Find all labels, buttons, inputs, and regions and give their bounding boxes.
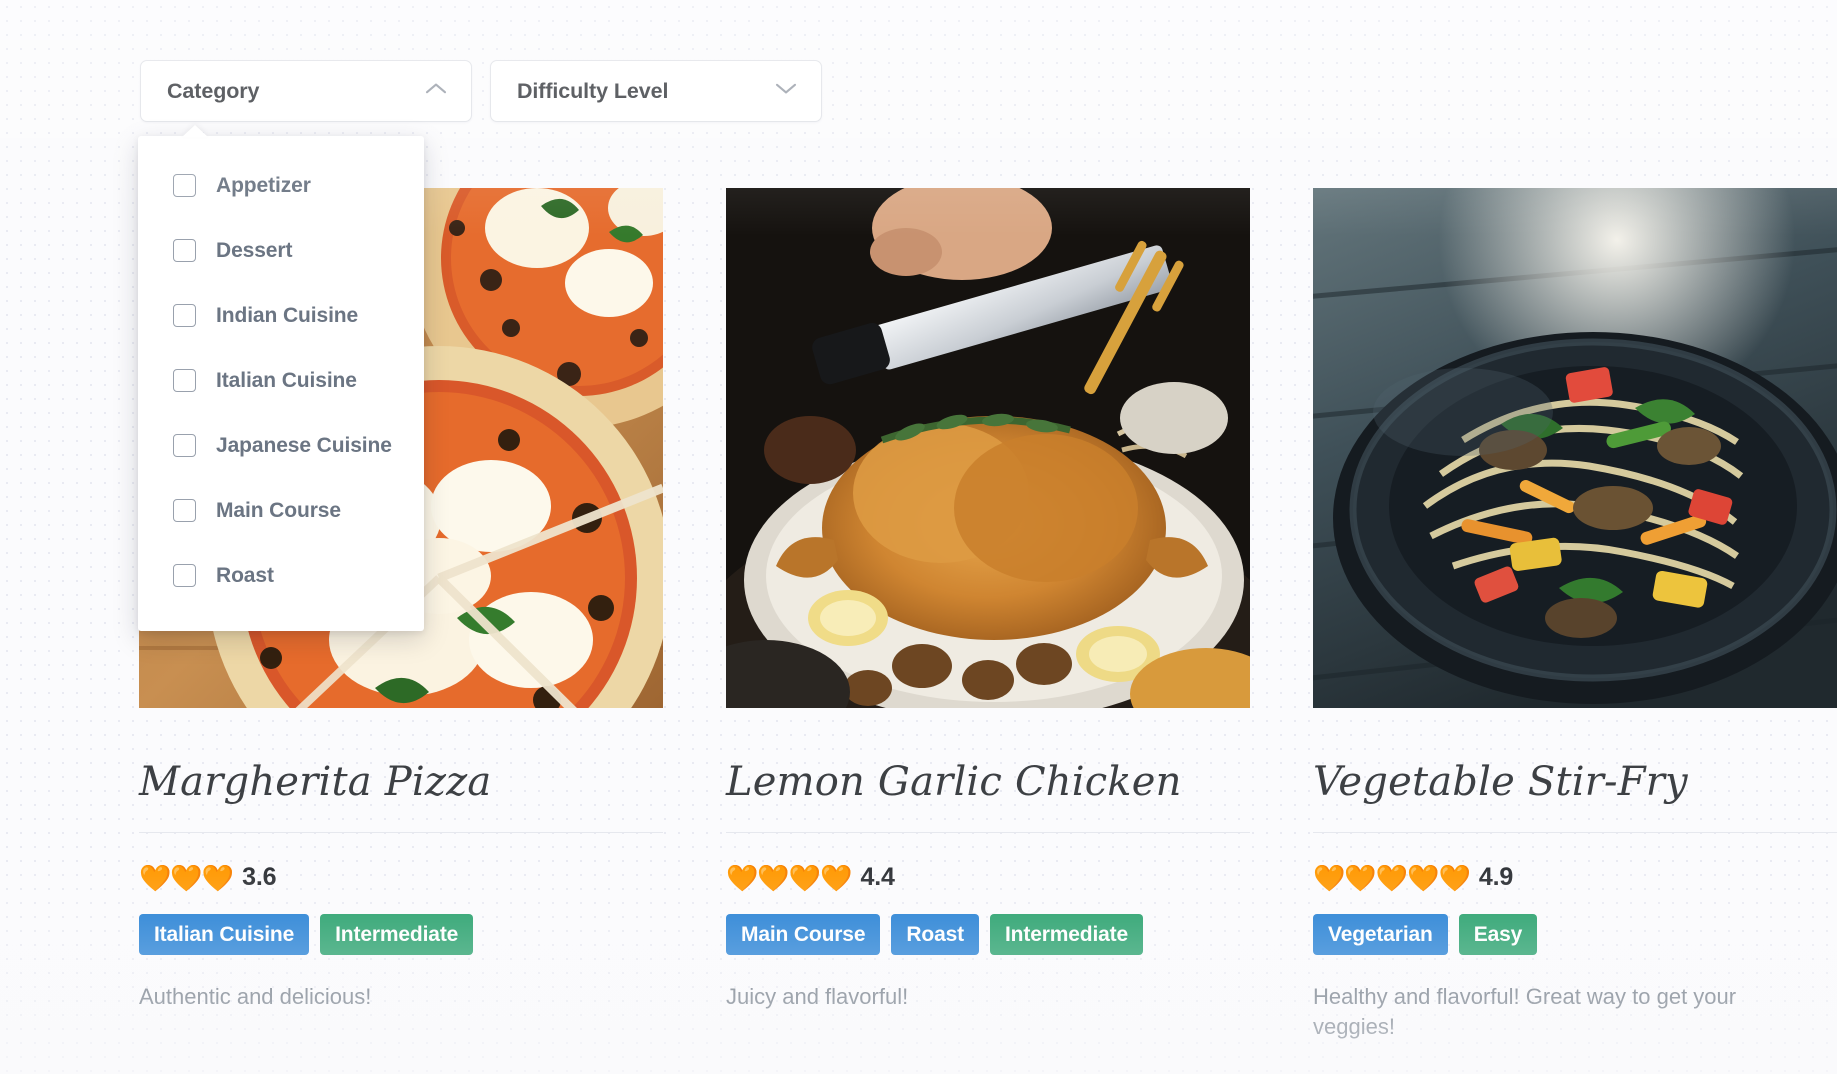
category-option-indian-cuisine[interactable]: Indian Cuisine — [138, 294, 424, 337]
rating-value: 4.9 — [1478, 863, 1514, 891]
category-option-italian-cuisine[interactable]: Italian Cuisine — [138, 359, 424, 402]
checkbox-icon[interactable] — [173, 174, 196, 197]
filter-control-category: Category Appetizer Dessert Indian Cuisin… — [138, 60, 472, 631]
rating-row: 🧡🧡🧡🧡 4.4 — [726, 863, 1250, 892]
recipe-title: Vegetable Stir-Fry — [1313, 759, 1688, 805]
category-tag[interactable]: Roast — [891, 914, 979, 955]
category-option-japanese-cuisine[interactable]: Japanese Cuisine — [138, 424, 424, 467]
difficulty-tag[interactable]: Intermediate — [320, 914, 474, 955]
checkbox-icon[interactable] — [173, 369, 196, 392]
recipe-description: Healthy and flavorful! Great way to get … — [1313, 984, 1737, 1040]
checkbox-icon[interactable] — [173, 564, 196, 587]
chevron-down-icon — [775, 82, 797, 100]
category-dropdown-button[interactable]: Category — [140, 60, 472, 122]
tag-row: Main Course Roast Intermediate — [726, 914, 1250, 955]
checkbox-icon[interactable] — [173, 434, 196, 457]
rating-row: 🧡🧡🧡 3.6 — [139, 863, 663, 892]
checkbox-icon[interactable] — [173, 239, 196, 262]
filter-bar: Category Appetizer Dessert Indian Cuisin… — [138, 60, 822, 631]
difficulty-dropdown-label: Difficulty Level — [517, 78, 669, 103]
recipe-title: Margherita Pizza — [139, 759, 492, 805]
checkbox-icon[interactable] — [173, 304, 196, 327]
recipe-title: Lemon Garlic Chicken — [726, 759, 1182, 805]
checkbox-icon[interactable] — [173, 499, 196, 522]
heart-icons: 🧡🧡🧡🧡 — [726, 862, 852, 893]
category-dropdown-label: Category — [167, 78, 260, 103]
category-tag[interactable]: Vegetarian — [1313, 914, 1448, 955]
category-option-dessert[interactable]: Dessert — [138, 229, 424, 272]
chevron-up-icon — [425, 82, 447, 100]
filter-control-difficulty: Difficulty Level — [490, 60, 822, 122]
rating-value: 4.4 — [860, 863, 895, 891]
card-divider — [726, 832, 1250, 833]
category-option-appetizer[interactable]: Appetizer — [138, 164, 424, 207]
category-option-label: Japanese Cuisine — [216, 433, 392, 457]
rating-value: 3.6 — [242, 863, 277, 891]
heart-icons: 🧡🧡🧡🧡🧡 — [1313, 862, 1471, 893]
card-divider — [1313, 832, 1837, 833]
category-option-label: Main Course — [216, 498, 341, 522]
difficulty-tag[interactable]: Intermediate — [989, 914, 1144, 955]
category-tag[interactable]: Main Course — [726, 914, 881, 955]
category-option-label: Italian Cuisine — [216, 368, 357, 392]
difficulty-dropdown-button[interactable]: Difficulty Level — [490, 60, 822, 122]
category-option-label: Roast — [216, 563, 274, 587]
recipe-card[interactable]: Lemon Garlic Chicken 🧡🧡🧡🧡 4.4 Main Cours… — [726, 188, 1250, 1043]
recipe-description: Authentic and delicious! — [139, 984, 372, 1009]
category-option-main-course[interactable]: Main Course — [138, 489, 424, 532]
category-option-roast[interactable]: Roast — [138, 554, 424, 597]
difficulty-tag[interactable]: Easy — [1458, 914, 1538, 955]
recipe-image-vegetable-stir-fry — [1313, 188, 1837, 708]
category-tag[interactable]: Italian Cuisine — [139, 914, 310, 955]
category-option-label: Dessert — [216, 238, 293, 262]
card-divider — [139, 832, 663, 833]
recipe-image-lemon-garlic-chicken — [726, 188, 1250, 708]
category-option-label: Appetizer — [216, 173, 311, 197]
rating-row: 🧡🧡🧡🧡🧡 4.9 — [1313, 863, 1837, 892]
recipe-card[interactable]: Vegetable Stir-Fry 🧡🧡🧡🧡🧡 4.9 Vegetarian … — [1313, 188, 1837, 1043]
category-option-label: Indian Cuisine — [216, 303, 359, 327]
tag-row: Italian Cuisine Intermediate — [139, 914, 663, 955]
category-dropdown-panel: Appetizer Dessert Indian Cuisine Italian… — [138, 136, 424, 631]
recipe-description: Juicy and flavorful! — [726, 984, 909, 1009]
heart-icons: 🧡🧡🧡 — [139, 862, 234, 893]
tag-row: Vegetarian Easy — [1313, 914, 1837, 955]
